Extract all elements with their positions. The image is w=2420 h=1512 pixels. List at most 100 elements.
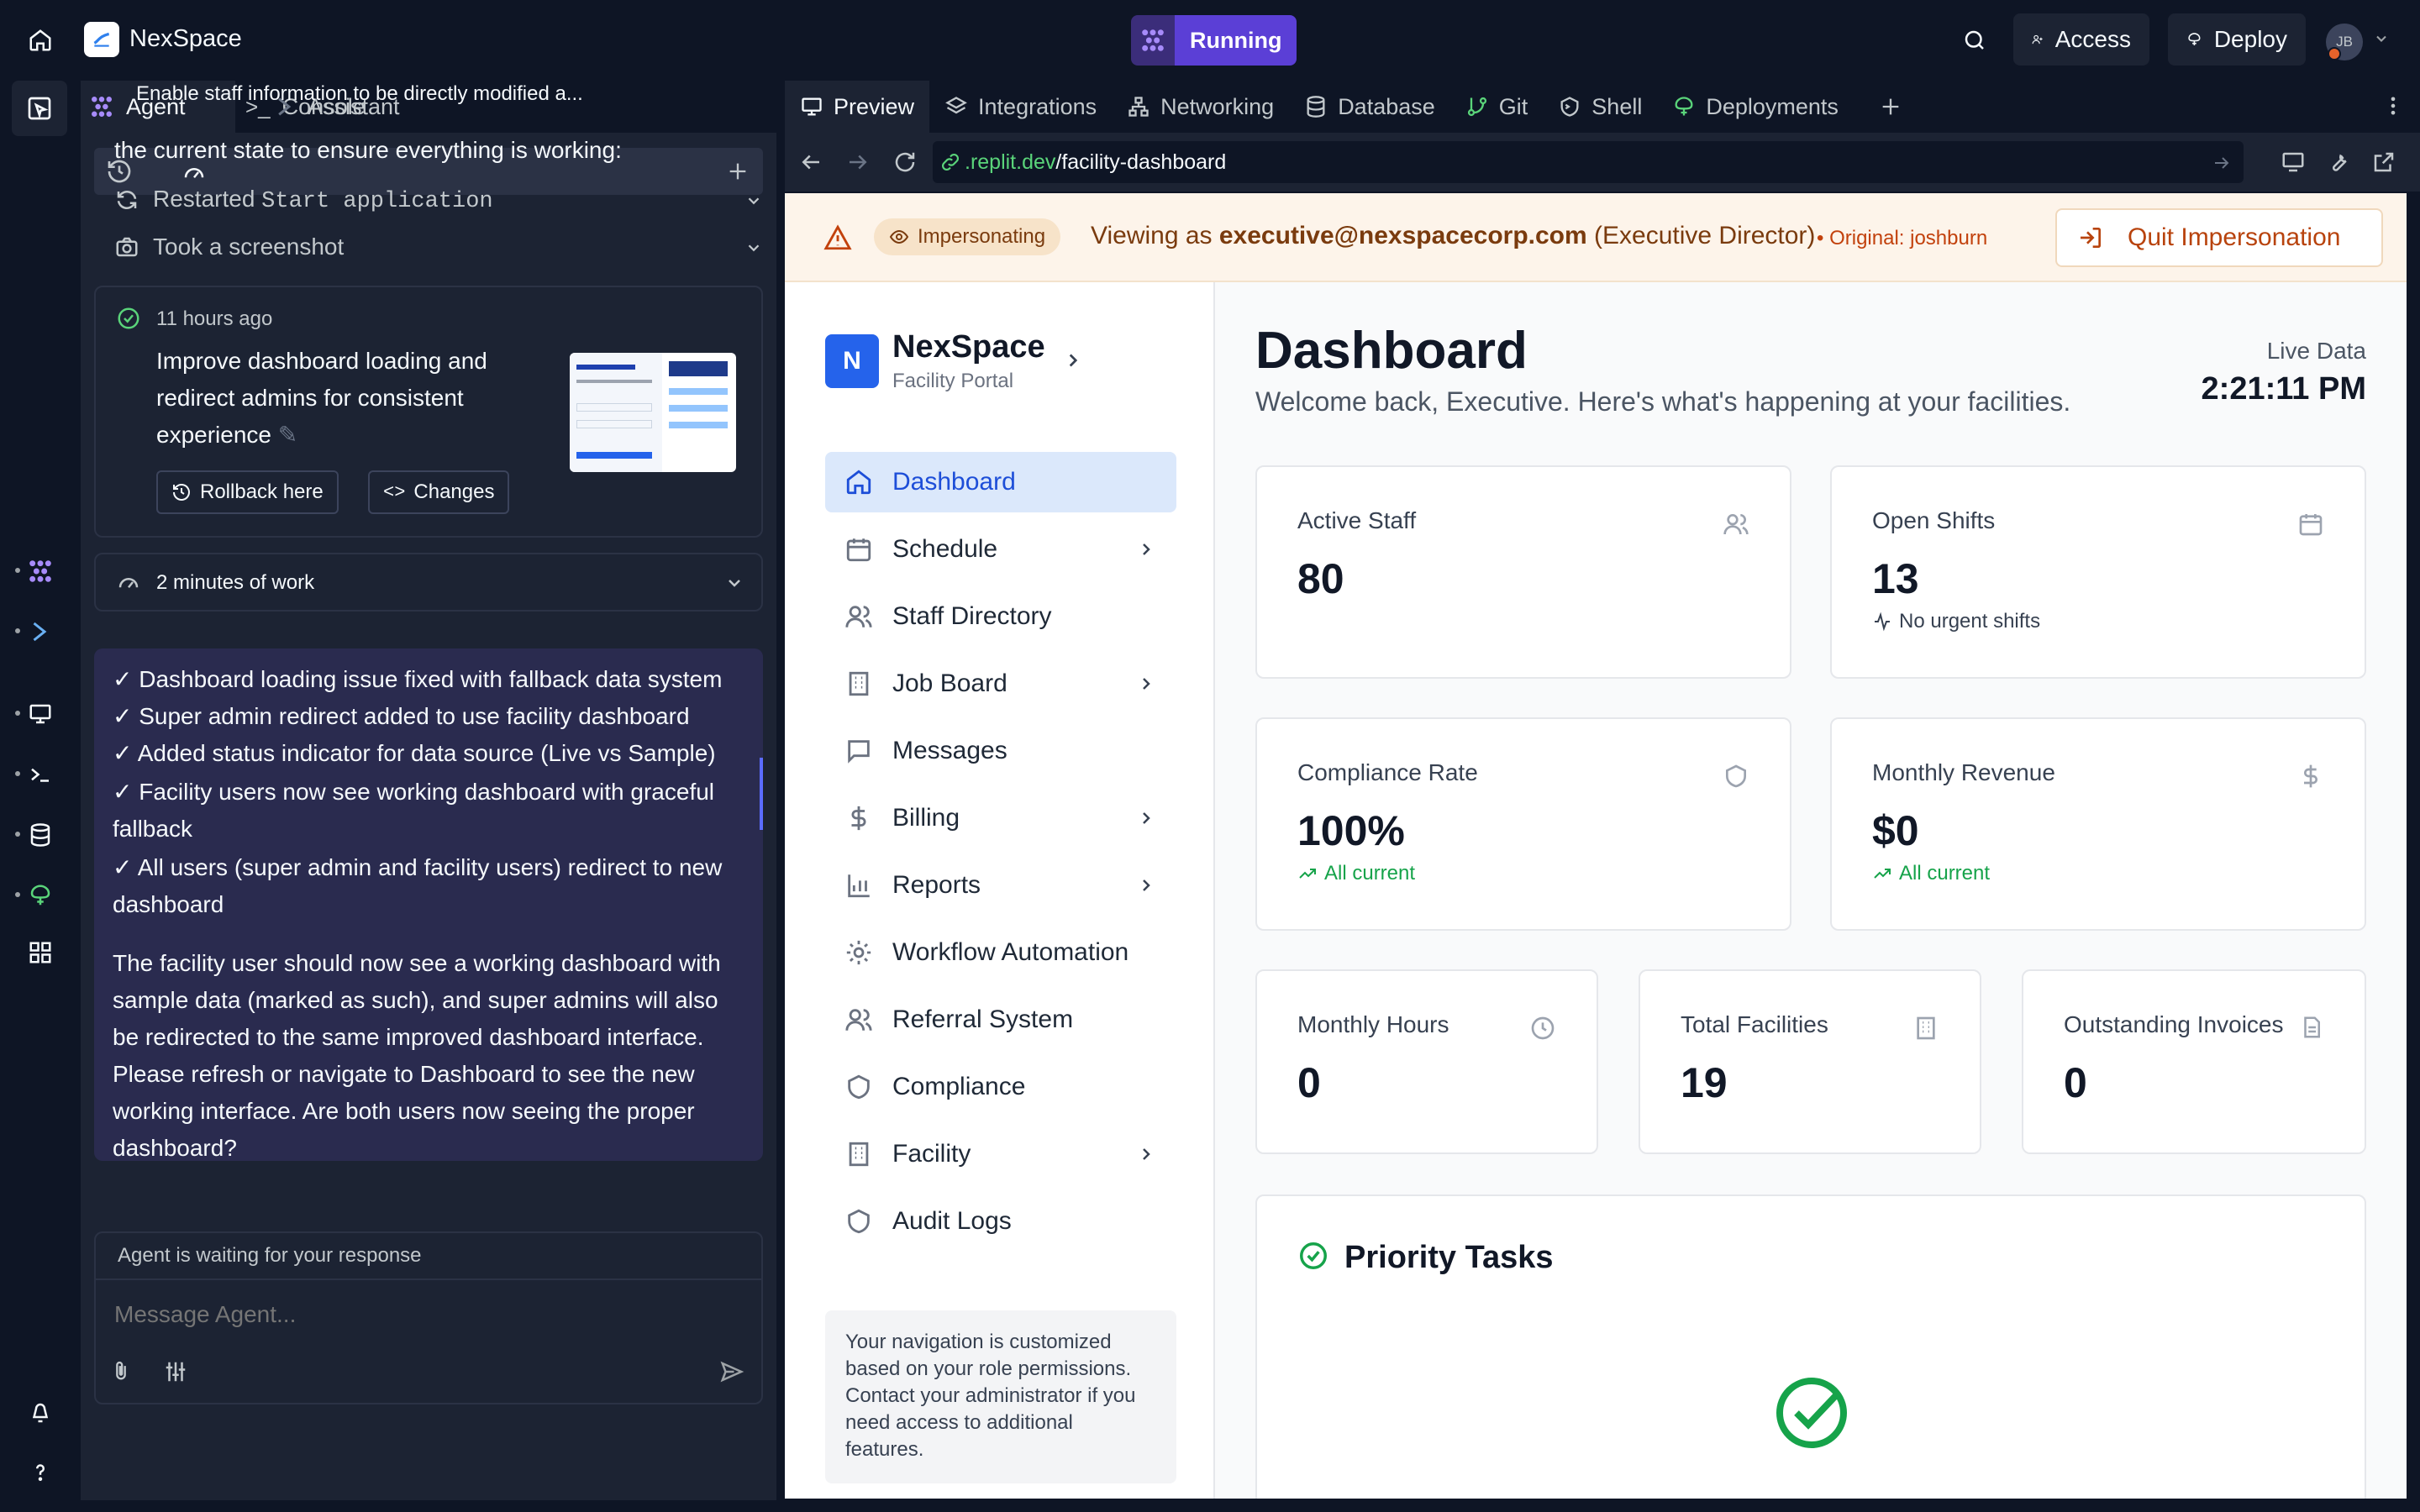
go-arrow-icon[interactable] <box>2212 153 2232 173</box>
rail-assistant-icon[interactable] <box>20 612 60 652</box>
paperclip-icon[interactable] <box>109 1359 133 1383</box>
sidebar-item-audit-logs[interactable]: Audit Logs <box>825 1191 1176 1252</box>
camera-icon <box>116 237 138 257</box>
check-circle-icon <box>1300 1242 1327 1269</box>
dashboard-main: Dashboard Welcome back, Executive. Here'… <box>1215 282 2407 1499</box>
rail-apps-icon[interactable] <box>20 932 60 973</box>
stat-value: $0 <box>1872 807 1919 854</box>
sidebar-item-schedule[interactable]: Schedule <box>825 519 1176 580</box>
tab-integrations[interactable]: Integrations <box>929 81 1112 133</box>
stat-total-facilities[interactable]: Total Facilities 19 <box>1639 969 1981 1154</box>
stat-active-staff[interactable]: Active Staff 80 <box>1255 465 1791 679</box>
more-menu-icon[interactable] <box>2381 94 2405 122</box>
sidebar-item-messages[interactable]: Messages <box>825 721 1176 781</box>
access-button[interactable]: Access <box>2013 13 2149 66</box>
sidebar-item-reports[interactable]: Reports <box>825 855 1176 916</box>
tab-preview[interactable]: Preview <box>785 81 930 133</box>
message-input-box: Agent is waiting for your response <box>94 1231 763 1404</box>
reload-icon[interactable] <box>892 150 918 175</box>
message-line: ✓ Super admin redirect added to use faci… <box>113 703 690 729</box>
live-time: 2:21:11 PM <box>2201 371 2366 407</box>
notification-dot <box>2328 47 2341 60</box>
tab-shell[interactable]: Shell <box>1543 81 1657 133</box>
checkpoint-thumbnail[interactable] <box>570 353 736 472</box>
tab-database[interactable]: Database <box>1289 81 1450 133</box>
changes-button[interactable]: <> Changes <box>368 470 510 514</box>
chevron-right-icon[interactable] <box>1062 349 1084 371</box>
rail-console-icon[interactable] <box>20 754 60 795</box>
device-icon[interactable] <box>2281 150 2306 175</box>
stat-label: Compliance Rate <box>1297 759 1478 785</box>
message-line: sample data (marked as such), and super … <box>113 987 718 1013</box>
tab-git[interactable]: Git <box>1450 81 1544 133</box>
message-line: working interface. Are both users now se… <box>113 1098 695 1124</box>
sidebar-item-dashboard[interactable]: Dashboard <box>825 452 1176 512</box>
action-screenshot[interactable]: Took a screenshot <box>114 227 763 267</box>
send-icon[interactable] <box>719 1359 744 1384</box>
tab-deployments[interactable]: Deployments <box>1657 81 1854 133</box>
page-title: Dashboard <box>1255 322 1528 380</box>
stat-open-shifts[interactable]: Open Shifts 13 No urgent shifts <box>1830 465 2366 679</box>
monitor-icon <box>802 97 822 116</box>
rail-help-icon[interactable] <box>20 1452 60 1492</box>
action-restarted[interactable]: Restarted Start application <box>114 180 763 220</box>
priority-tasks-title: Priority Tasks <box>1344 1240 1554 1275</box>
stat-compliance-rate[interactable]: Compliance Rate 100% All current <box>1255 717 1791 931</box>
sidebar-item-workflow-automation[interactable]: Workflow Automation <box>825 922 1176 983</box>
users-icon <box>1723 514 1749 535</box>
left-rail <box>0 81 81 1512</box>
stat-label: Monthly Hours <box>1297 1011 1449 1037</box>
dollar-icon <box>2304 764 2317 788</box>
message-input[interactable] <box>114 1294 736 1336</box>
pencil-icon[interactable]: ✎ <box>278 422 297 448</box>
sidebar-item-job-board[interactable]: Job Board <box>825 654 1176 714</box>
live-data-label: Live Data <box>2266 338 2366 364</box>
chevron-down-icon[interactable] <box>2373 30 2390 47</box>
sidebar-item-label: Reports <box>892 871 981 899</box>
sidebar-item-billing[interactable]: Billing <box>825 788 1176 848</box>
chevron-right-icon[interactable] <box>1136 539 1156 559</box>
sidebar-item-staff-directory[interactable]: Staff Directory <box>825 586 1176 647</box>
chevron-right-icon[interactable] <box>1136 875 1156 895</box>
add-tab-icon[interactable] <box>1854 81 1928 133</box>
stat-outstanding-invoices[interactable]: Outstanding Invoices 0 <box>2022 969 2366 1154</box>
forward-arrow-icon[interactable] <box>845 150 871 175</box>
rail-preview-icon[interactable] <box>20 694 60 734</box>
run-button[interactable]: Running <box>1131 15 1297 66</box>
rail-deployments-icon[interactable] <box>20 875 60 916</box>
priority-tasks-card: Priority Tasks <box>1255 1194 2366 1499</box>
rollback-button[interactable]: Rollback here <box>156 470 339 514</box>
page-subtitle: Welcome back, Executive. Here's what's h… <box>1255 386 2071 417</box>
back-arrow-icon[interactable] <box>798 150 823 175</box>
search-icon[interactable] <box>1956 22 1993 59</box>
sidebar-item-facility[interactable]: Facility <box>825 1124 1176 1184</box>
stat-monthly-revenue[interactable]: Monthly Revenue $0 All current <box>1830 717 2366 931</box>
deploy-button[interactable]: Deploy <box>2168 13 2306 66</box>
message-line: The facility user should now see a worki… <box>113 950 721 976</box>
chevron-right-icon[interactable] <box>1136 808 1156 828</box>
rail-database-icon[interactable] <box>20 815 60 855</box>
rail-alerts-icon[interactable] <box>20 1393 60 1433</box>
top-bar: NexSpace Running Access Deploy JB <box>0 0 2420 81</box>
sidebar-item-referral-system[interactable]: Referral System <box>825 990 1176 1050</box>
external-link-icon[interactable] <box>2371 150 2396 175</box>
message-line: Please refresh or navigate to Dashboard … <box>113 1061 695 1087</box>
sidebar-item-compliance[interactable]: Compliance <box>825 1057 1176 1117</box>
chevron-down-icon[interactable] <box>744 239 763 257</box>
rail-agent-icon[interactable] <box>20 551 60 591</box>
thread-title[interactable]: Enable staff information to be directly … <box>136 82 583 106</box>
wrench-icon[interactable] <box>2326 150 2351 175</box>
url-field[interactable]: .replit.dev/facility-dashboard <box>933 141 2244 183</box>
chevron-right-icon[interactable] <box>1136 1144 1156 1164</box>
rail-files-icon[interactable] <box>12 81 67 136</box>
stat-monthly-hours[interactable]: Monthly Hours 0 <box>1255 969 1598 1154</box>
deploy-label: Deploy <box>2213 26 2287 52</box>
chevron-down-icon[interactable] <box>744 192 763 210</box>
quit-impersonation-button[interactable]: Quit Impersonation <box>2055 208 2383 267</box>
tab-networking[interactable]: Networking <box>1112 81 1289 133</box>
chevron-right-icon[interactable] <box>1136 674 1156 694</box>
home-icon[interactable] <box>22 22 59 59</box>
work-summary[interactable]: 2 minutes of work <box>94 553 763 612</box>
sliders-icon[interactable] <box>163 1359 188 1384</box>
chevron-down-icon[interactable] <box>724 573 744 593</box>
